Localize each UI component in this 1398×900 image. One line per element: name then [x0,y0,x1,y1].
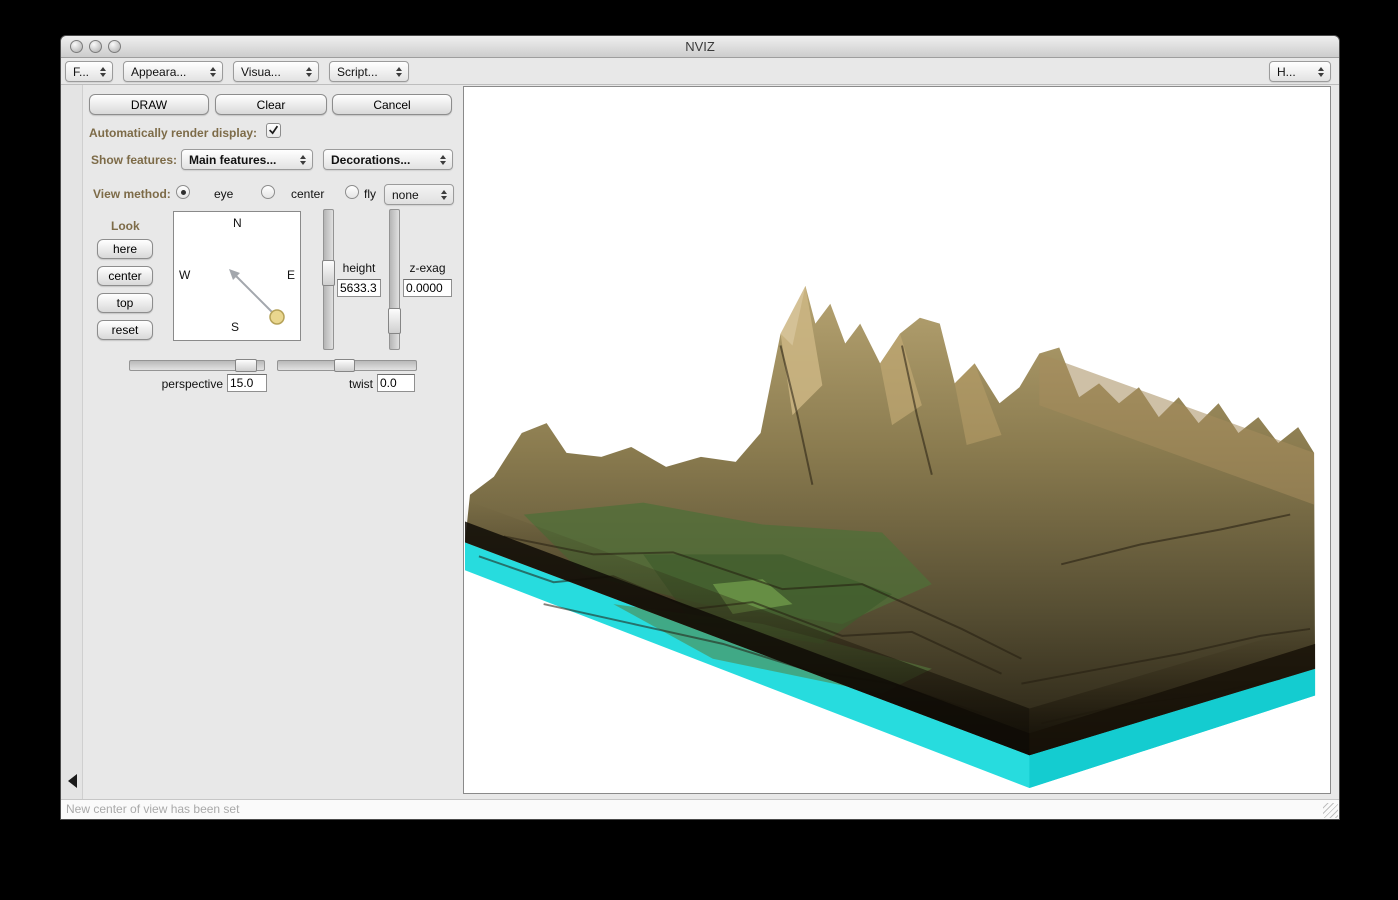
view-fly-radio[interactable] [345,185,359,199]
file-menu[interactable]: F... [65,61,113,82]
twist-input[interactable] [377,374,415,392]
height-label: height [342,261,376,275]
perspective-slider[interactable] [129,359,265,372]
menubar: F... Appeara... Visua... Script... H... [61,58,1339,85]
fly-mode-label: none [392,187,419,202]
show-features-label: Show features: [91,153,178,167]
draw-button[interactable]: DRAW [89,94,209,115]
look-center-button[interactable]: center [97,266,153,286]
appearance-menu-label: Appeara... [131,64,187,79]
popup-arrows-icon [97,66,109,77]
cancel-button[interactable]: Cancel [332,94,452,115]
decorations-dropdown[interactable]: Decorations... [323,149,453,170]
nviz-window: NVIZ F... Appeara... Visua... Script... … [60,35,1340,820]
titlebar[interactable]: NVIZ [61,36,1339,58]
perspective-slider-handle[interactable] [235,359,257,372]
popup-arrows-icon [438,189,450,200]
popup-arrows-icon [437,154,449,165]
main-features-label: Main features... [189,152,277,167]
zexag-slider[interactable] [388,209,401,350]
scripting-menu[interactable]: Script... [329,61,409,82]
help-menu[interactable]: H... [1269,61,1331,82]
auto-render-checkbox[interactable] [266,123,281,138]
popup-arrows-icon [393,66,405,77]
popup-arrows-icon [297,154,309,165]
auto-render-label: Automatically render display: [89,126,258,140]
terrain-rendering [464,285,1316,789]
panel-collapse-button[interactable] [65,771,79,791]
control-panel: DRAW Clear Cancel Automatically render d… [83,85,463,799]
popup-arrows-icon [303,66,315,77]
main-features-dropdown[interactable]: Main features... [181,149,313,170]
look-label: Look [111,219,140,233]
popup-arrows-icon [207,66,219,77]
checkmark-icon [268,125,279,135]
radio-dot-icon [181,190,186,195]
look-here-button[interactable]: here [97,239,153,259]
file-menu-label: F... [73,64,90,79]
fly-mode-dropdown[interactable]: none [384,184,454,205]
statusbar: New center of view has been set [61,799,1339,819]
eye-position-widget[interactable]: N S W E [173,211,301,341]
zexag-label: z-exag [409,261,446,275]
eye-position-puck[interactable] [269,309,285,325]
zexag-input[interactable] [403,279,452,297]
twist-label: twist [349,377,373,391]
twist-slider-handle[interactable] [334,359,355,372]
height-slider[interactable] [322,209,335,350]
appearance-menu[interactable]: Appeara... [123,61,223,82]
clear-button[interactable]: Clear [215,94,327,115]
view-center-label: center [291,187,325,201]
resize-grip[interactable] [1323,803,1338,818]
popup-arrows-icon [1315,66,1327,77]
scripting-menu-label: Script... [337,64,378,79]
arrow-left-icon [67,774,77,788]
view-method-label: View method: [93,187,171,201]
visualize-menu-label: Visua... [241,64,281,79]
status-message: New center of view has been set [66,802,240,816]
window-title: NVIZ [685,39,715,54]
view-eye-radio[interactable] [176,185,190,199]
perspective-input[interactable] [227,374,267,392]
height-input[interactable] [337,279,381,297]
view-center-radio[interactable] [261,185,275,199]
render-view[interactable] [463,86,1331,794]
view-eye-label: eye [214,187,234,201]
visualize-menu[interactable]: Visua... [233,61,319,82]
zexag-slider-handle[interactable] [388,308,401,334]
eye-direction-arrow [229,269,285,325]
look-top-button[interactable]: top [97,293,153,313]
look-reset-button[interactable]: reset [97,320,153,340]
decorations-label: Decorations... [331,152,411,167]
view-fly-label: fly [364,187,376,201]
twist-slider[interactable] [277,359,417,372]
perspective-label: perspective [161,377,223,391]
height-slider-handle[interactable] [322,260,335,286]
panel-edge-strip [61,85,83,799]
help-menu-label: H... [1277,64,1296,79]
